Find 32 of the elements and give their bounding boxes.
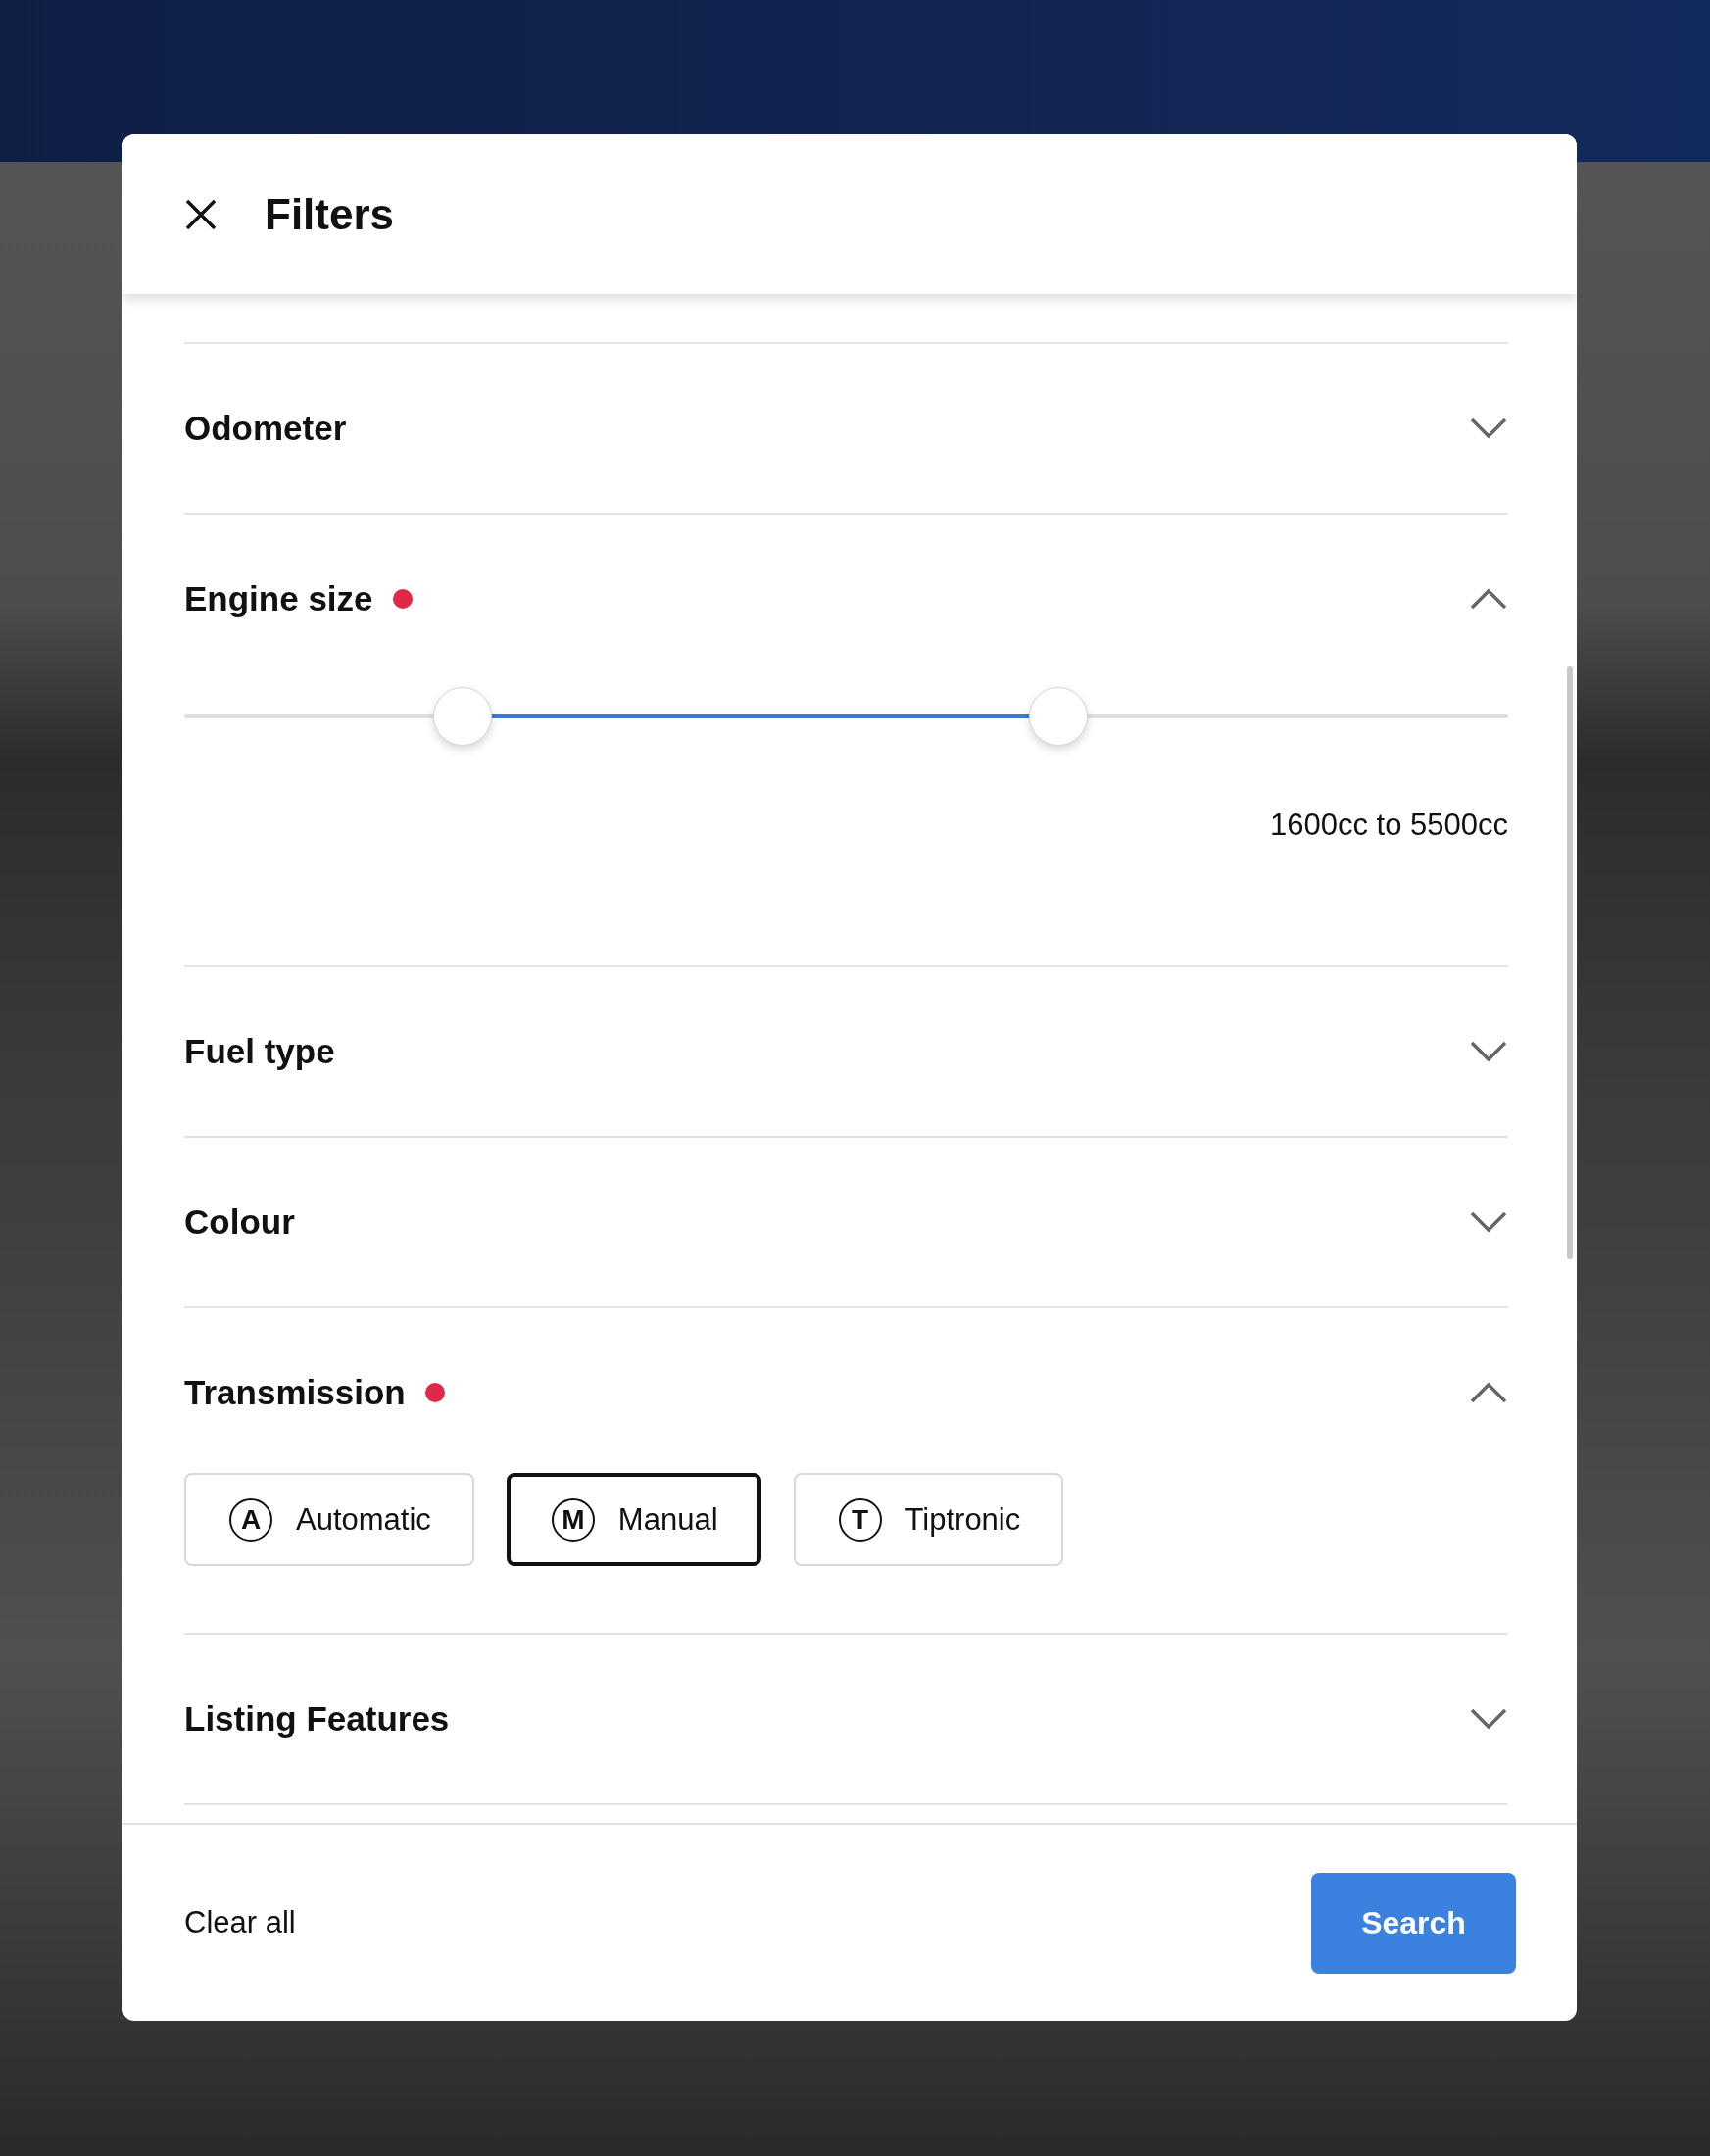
section-header[interactable]: Engine size (184, 514, 1508, 683)
dialog-title: Filters (265, 189, 395, 239)
chevron-down-icon[interactable] (1469, 416, 1508, 440)
scrollbar[interactable] (1567, 666, 1573, 1259)
section-title: Odometer (184, 409, 347, 448)
chevron-down-icon[interactable] (1469, 1040, 1508, 1063)
section-header[interactable]: Fuel type (184, 967, 1508, 1136)
chevron-down-icon[interactable] (1469, 1707, 1508, 1731)
section-header[interactable]: Listing Features (184, 1635, 1508, 1803)
range-slider[interactable] (184, 686, 1508, 747)
section-header[interactable]: Colour (184, 1138, 1508, 1306)
clear-all-link[interactable]: Clear all (184, 1905, 296, 1940)
slider-thumb[interactable] (432, 687, 492, 746)
range-reading: 1600cc to 5500cc (1270, 808, 1508, 843)
transmission-option[interactable]: A Automatic (184, 1473, 474, 1566)
section-title: Fuel type (184, 1032, 335, 1071)
close-icon[interactable] (184, 197, 218, 231)
search-button[interactable]: Search (1311, 1872, 1516, 1974)
slider-thumb[interactable] (1028, 687, 1088, 746)
section-title: Colour (184, 1202, 295, 1242)
letter-circle-icon: T (838, 1497, 882, 1542)
section-title: Transmission (184, 1373, 406, 1412)
chevron-up-icon[interactable] (1469, 1381, 1508, 1404)
section-title: Listing Features (184, 1699, 450, 1739)
letter-circle-icon: M (551, 1497, 595, 1542)
chevron-down-icon[interactable] (1469, 1210, 1508, 1234)
chevron-up-icon[interactable] (1469, 587, 1508, 611)
transmission-option[interactable]: M Manual (506, 1473, 761, 1566)
letter-circle-icon: A (229, 1497, 272, 1542)
transmission-option[interactable]: T Tiptronic (793, 1473, 1064, 1566)
section-header[interactable]: Odometer (184, 344, 1508, 513)
section-title: Engine size (184, 579, 373, 618)
